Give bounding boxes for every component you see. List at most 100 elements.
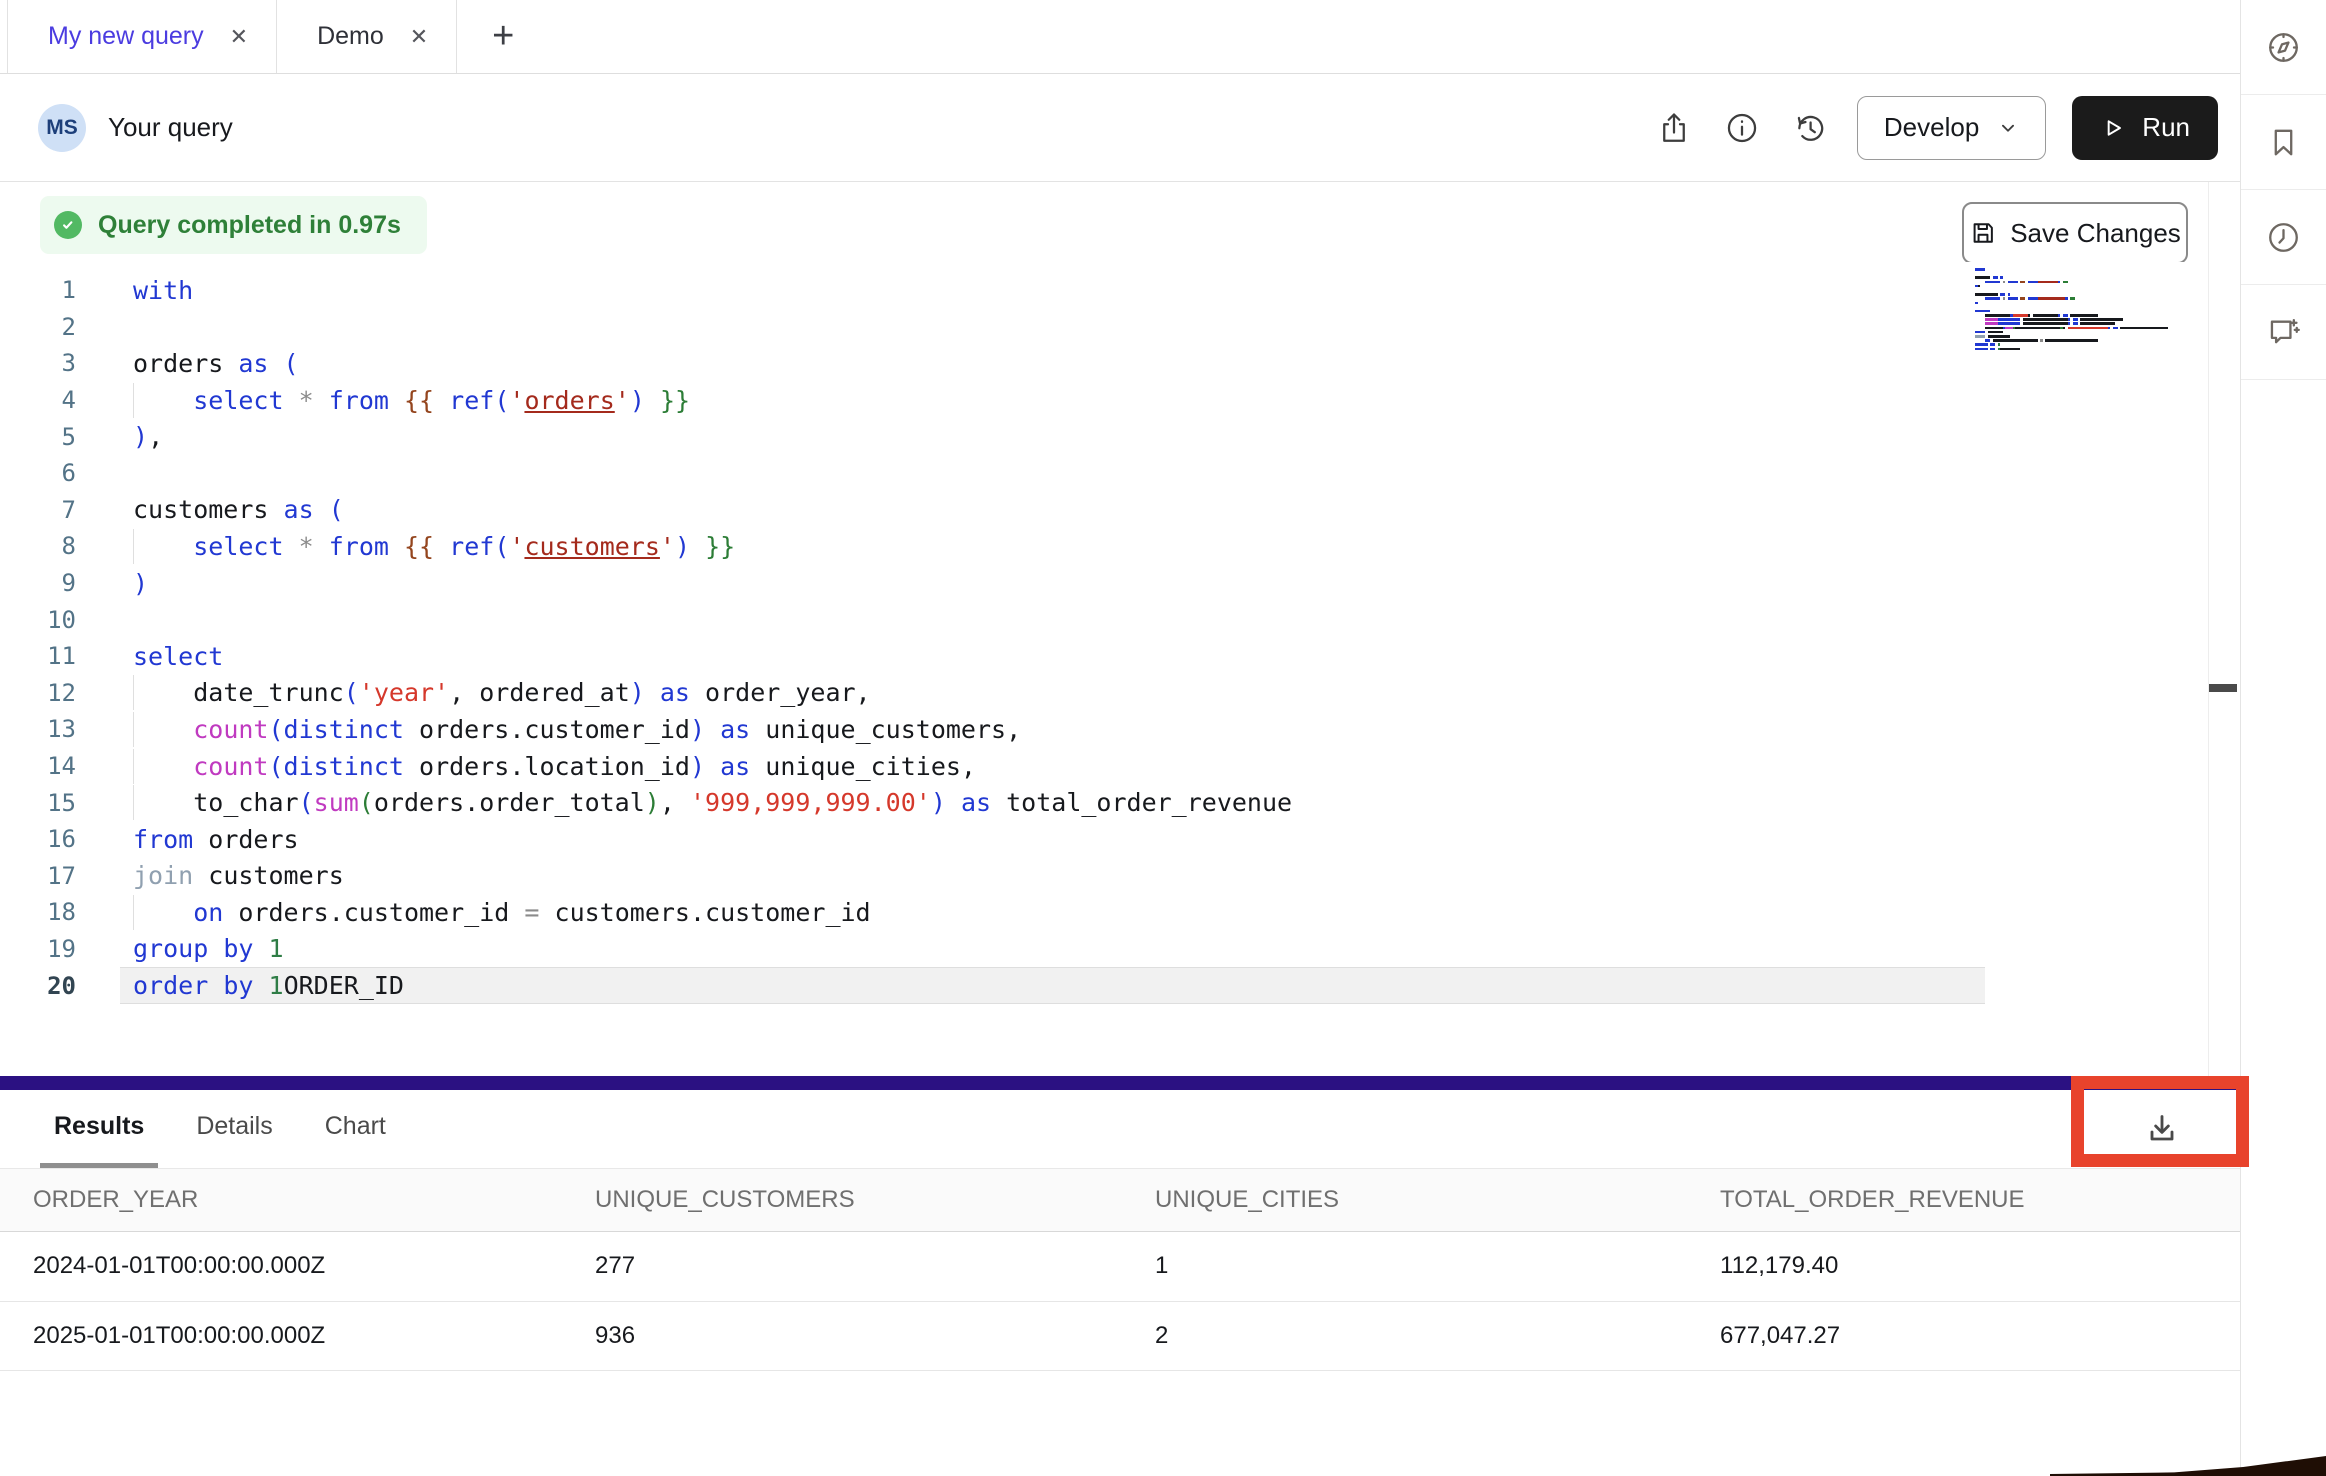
avatar: MS [38,104,86,152]
code-token: }} [705,532,735,561]
code-token [133,678,193,707]
code-line[interactable]: 17join customers [0,858,2240,895]
line-number: 3 [0,349,76,377]
query-status-banner: Query completed in 0.97s [40,196,427,254]
sidebar-compass-icon[interactable] [2241,0,2326,95]
results-panel: Results Details Chart ORDER_YEARUNIQUE_CUS… [0,1090,2240,1476]
sidebar-ai-chat-icon[interactable] [2241,285,2326,380]
minimap-segment [1975,327,1985,330]
code-line[interactable]: 12 date_trunc('year', ordered_at) as ord… [0,675,2240,712]
code-line[interactable]: 19group by 1 [0,931,2240,968]
tab-bar-left-divider [0,0,8,73]
close-icon[interactable]: ✕ [410,26,428,48]
code-line[interactable]: 4 select * from {{ ref('orders') }} [0,382,2240,419]
code-token: ref [449,532,494,561]
results-tab-results[interactable]: Results [40,1090,158,1168]
minimap-segment [1985,314,2010,317]
code-text: ), [76,422,163,451]
panel-resize-splitter[interactable] [0,1076,2240,1090]
code-line[interactable]: 10 [0,601,2240,638]
code-token [434,386,449,415]
code-token: ( [268,752,283,781]
code-text: on orders.customer_id = customers.custom… [76,898,871,927]
code-token: * [299,386,314,415]
minimap-segment [2015,327,2060,330]
table-header-row: ORDER_YEARUNIQUE_CUSTOMERSUNIQUE_CITIEST… [0,1168,2240,1232]
code-token: as [660,678,690,707]
line-number: 17 [0,862,76,890]
code-token: ( [344,678,359,707]
share-icon[interactable] [1653,107,1695,149]
code-line[interactable]: 6 [0,455,2240,492]
minimap-segment [2080,322,2115,325]
info-icon[interactable] [1721,107,1763,149]
code-token: customers [133,495,268,524]
code-token: 1 [269,971,284,1000]
code-token [314,532,329,561]
minimap-segment [2005,327,2013,330]
code-lines: 1with23orders as (4 select * from {{ ref… [0,272,2240,1004]
sidebar-bookmark-icon[interactable] [2241,95,2326,190]
develop-dropdown[interactable]: Develop [1857,96,2046,160]
code-token [133,898,193,927]
code-token [314,495,329,524]
sidebar-history-icon[interactable] [2241,190,2326,285]
run-button[interactable]: Run [2072,96,2218,160]
check-circle-icon [54,211,82,239]
code-token: ( [494,386,509,415]
code-line[interactable]: 20order by 1ORDER_ID [0,967,2240,1004]
line-number: 13 [0,715,76,743]
minimap-segment [2040,281,2055,284]
code-line[interactable]: 1with [0,272,2240,309]
code-token [133,715,193,744]
code-token [675,788,690,817]
code-line[interactable]: 2 [0,309,2240,346]
code-line[interactable]: 16from orders [0,821,2240,858]
results-tab-details[interactable]: Details [182,1090,286,1168]
code-token: customers.customer_id [555,898,871,927]
minimap-segment [1988,331,2003,334]
code-line[interactable]: 13 count(distinct orders.customer_id) as… [0,711,2240,748]
table-cell: 2024-01-01T00:00:00.000Z [0,1252,562,1280]
editor-scrollbar-thumb[interactable] [2209,684,2237,692]
code-line[interactable]: 7customers as ( [0,492,2240,529]
sql-editor[interactable]: 1with23orders as (4 select * from {{ ref… [0,262,2240,1076]
minimap-segment [2068,327,2108,330]
code-token: , [660,788,675,817]
version-history-icon[interactable] [1789,107,1831,149]
tab-label: My new query [48,22,204,51]
save-label: Save Changes [2010,218,2181,249]
download-results-button[interactable] [2140,1104,2184,1154]
code-line[interactable]: 11select [0,638,2240,675]
code-token: unique_cities, [765,752,976,781]
editor-minimap[interactable] [1975,268,2215,354]
table-row: 2024-01-01T00:00:00.000Z2771112,179.40 [0,1232,2240,1302]
line-number: 15 [0,789,76,817]
new-tab-button[interactable]: + [457,0,549,73]
code-line[interactable]: 8 select * from {{ ref('customers') }} [0,528,2240,565]
editor-tab-my-new-query[interactable]: My new query ✕ [8,0,277,73]
code-token [223,349,238,378]
editor-tab-demo[interactable]: Demo ✕ [277,0,457,73]
code-line[interactable]: 5), [0,418,2240,455]
tab-label: Demo [317,22,384,51]
code-text: ) [76,569,148,598]
line-number: 12 [0,679,76,707]
code-token: 1 [269,934,284,963]
code-token: ( [299,788,314,817]
results-tab-chart[interactable]: Chart [311,1090,400,1168]
code-text: from orders [76,825,299,854]
code-text: group by 1 [76,934,284,963]
minimap-segment [2070,297,2075,300]
code-token: ( [359,788,374,817]
code-line[interactable]: 14 count(distinct orders.location_id) as… [0,748,2240,785]
close-icon[interactable]: ✕ [230,26,248,48]
code-token [404,715,419,744]
code-line[interactable]: 3orders as ( [0,345,2240,382]
code-token: join [133,861,193,890]
code-line[interactable]: 9) [0,565,2240,602]
code-token [539,898,554,927]
code-line[interactable]: 15 to_char(sum(orders.order_total), '999… [0,784,2240,821]
code-line[interactable]: 18 on orders.customer_id = customers.cus… [0,894,2240,931]
save-changes-button[interactable]: Save Changes [1962,202,2188,264]
